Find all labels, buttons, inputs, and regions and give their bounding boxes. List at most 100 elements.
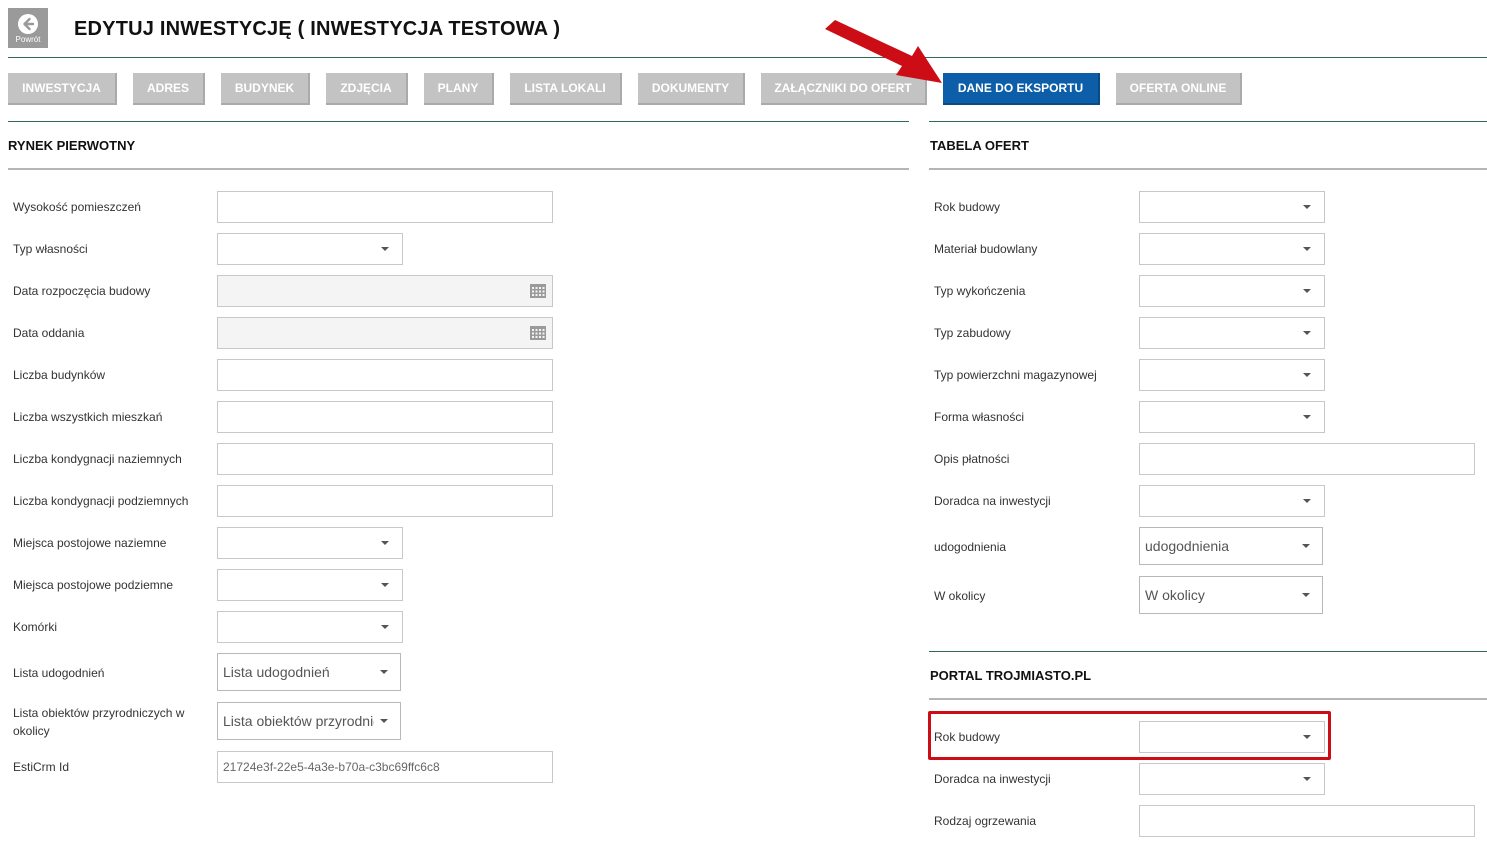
caret-down-icon xyxy=(1302,593,1310,597)
highlight-box xyxy=(928,711,1331,760)
field-label: Liczba kondygnacji naziemnych xyxy=(13,452,182,466)
caret-down-icon xyxy=(381,625,389,629)
lista-udogodnien-multiselect[interactable]: Lista udogodnień xyxy=(217,653,401,691)
tab-inwestycja[interactable]: INWESTYCJA xyxy=(8,73,117,105)
tab-oferta-online[interactable]: OFERTA ONLINE xyxy=(1116,73,1242,105)
field-label: Data oddania xyxy=(13,326,85,340)
caret-down-icon xyxy=(1303,247,1311,251)
caret-down-icon xyxy=(1303,289,1311,293)
caret-down-icon xyxy=(380,719,388,723)
typ-zabudowy-select[interactable] xyxy=(1139,317,1325,349)
multiselect-placeholder: udogodnienia xyxy=(1145,538,1230,554)
caret-down-icon xyxy=(1303,373,1311,377)
tab-plany[interactable]: PLANY xyxy=(424,73,494,105)
multiselect-placeholder: Lista udogodnień xyxy=(223,664,330,680)
liczba-budynkow-input[interactable] xyxy=(217,359,553,391)
field-label: okolicy xyxy=(13,724,50,738)
field-label: Data rozpoczęcia budowy xyxy=(13,284,151,298)
caret-down-icon xyxy=(1303,205,1311,209)
field-label: Wysokość pomieszczeń xyxy=(13,200,141,214)
field-label: Rodzaj ogrzewania xyxy=(934,814,1037,828)
back-label: Powrót xyxy=(15,35,41,44)
tab-budynek[interactable]: BUDYNEK xyxy=(221,73,310,105)
field-label: Miejsca postojowe podziemne xyxy=(13,578,174,592)
field-label: Lista obiektów przyrodniczych w xyxy=(13,706,185,720)
section-rule xyxy=(8,168,909,170)
typ-wykonczenia-select[interactable] xyxy=(1139,275,1325,307)
field-label: EstiCrm Id xyxy=(13,760,70,774)
liczba-mieszkan-input[interactable] xyxy=(217,401,553,433)
caret-down-icon xyxy=(381,541,389,545)
field-label: Liczba kondygnacji podziemnych xyxy=(13,494,189,508)
back-button[interactable]: Powrót xyxy=(8,8,48,48)
tab-dokumenty[interactable]: DOKUMENTY xyxy=(638,73,745,105)
field-label: Forma własności xyxy=(934,410,1025,424)
material-budowlany-select[interactable] xyxy=(1139,233,1325,265)
field-label: Typ powierzchni magazynowej xyxy=(934,368,1097,382)
miejsca-naziemne-select[interactable] xyxy=(217,527,403,559)
section-title-portal-trojmiasto: PORTAL TROJMIASTO.PL xyxy=(930,668,1092,683)
miejsca-podziemne-select[interactable] xyxy=(217,569,403,601)
komorki-select[interactable] xyxy=(217,611,403,643)
tab-zdjecia[interactable]: ZDJĘCIA xyxy=(326,73,408,105)
field-label: Lista udogodnień xyxy=(13,666,105,680)
typ-powierzchni-magazynowej-select[interactable] xyxy=(1139,359,1325,391)
field-label: Komórki xyxy=(13,620,58,634)
caret-down-icon xyxy=(1303,331,1311,335)
field-label: Typ własności xyxy=(13,242,88,256)
field-label: Doradca na inwestycji xyxy=(934,494,1051,508)
annotation-arrow-icon xyxy=(825,20,942,83)
w-okolicy-multiselect[interactable]: W okolicy xyxy=(1139,576,1323,614)
field-label: Liczba wszystkich mieszkań xyxy=(13,410,163,424)
multiselect-placeholder: W okolicy xyxy=(1145,587,1205,603)
section-rule xyxy=(929,168,1487,170)
rok-budowy-select[interactable] xyxy=(1139,191,1325,223)
tab-dane-do-eksportu[interactable]: DANE DO EKSPORTU xyxy=(943,73,1100,105)
typ-wlasnosci-select[interactable] xyxy=(217,233,403,265)
field-label: udogodnienia xyxy=(934,540,1007,554)
caret-down-icon xyxy=(1303,777,1311,781)
field-label: Typ wykończenia xyxy=(934,284,1026,298)
section-rule xyxy=(929,698,1487,700)
tab-adres[interactable]: ADRES xyxy=(133,73,205,105)
caret-down-icon xyxy=(1303,415,1311,419)
esticrm-id-input[interactable]: 21724e3f-22e5-4a3e-b70a-c3bc69ffc6c8 xyxy=(217,751,553,783)
section-title-tabela-ofert: TABELA OFERT xyxy=(930,138,1029,153)
doradca-select[interactable] xyxy=(1139,485,1325,517)
wysokosc-pomieszczen-input[interactable] xyxy=(217,191,553,223)
data-rozpoczecia-budowy-input[interactable] xyxy=(217,275,553,307)
field-label: W okolicy xyxy=(934,589,986,603)
page-title: EDYTUJ INWESTYCJĘ ( INWESTYCJA TESTOWA ) xyxy=(74,18,561,40)
right-divider xyxy=(929,121,1487,122)
section-divider xyxy=(929,651,1487,652)
multiselect-placeholder: Lista obiektów przyrodnic xyxy=(223,713,374,729)
data-oddania-input[interactable] xyxy=(217,317,553,349)
forma-wlasnosci-select[interactable] xyxy=(1139,401,1325,433)
tab-lista-lokali[interactable]: LISTA LOKALI xyxy=(510,73,622,105)
calendar-icon xyxy=(530,284,546,298)
section-title-rynek-pierwotny: RYNEK PIERWOTNY xyxy=(8,138,136,153)
caret-down-icon xyxy=(380,670,388,674)
left-divider xyxy=(8,121,909,122)
arrow-left-icon xyxy=(18,14,38,34)
field-label: Miejsca postojowe naziemne xyxy=(13,536,167,550)
lista-obiektow-przyrodniczych-multiselect[interactable]: Lista obiektów przyrodnic xyxy=(217,702,401,740)
rodzaj-ogrzewania-input[interactable] xyxy=(1139,805,1475,837)
field-label: Materiał budowlany xyxy=(934,242,1038,256)
kondygnacje-podziemne-input[interactable] xyxy=(217,485,553,517)
caret-down-icon xyxy=(1302,544,1310,548)
opis-platnosci-input[interactable] xyxy=(1139,443,1475,475)
caret-down-icon xyxy=(1303,499,1311,503)
field-label: Rok budowy xyxy=(934,200,1001,214)
calendar-icon xyxy=(530,326,546,340)
caret-down-icon xyxy=(381,583,389,587)
field-label: Opis płatności xyxy=(934,452,1010,466)
caret-down-icon xyxy=(381,247,389,251)
esticrm-id-value: 21724e3f-22e5-4a3e-b70a-c3bc69ffc6c8 xyxy=(223,760,440,774)
field-label: Liczba budynków xyxy=(13,368,106,382)
udogodnienia-multiselect[interactable]: udogodnienia xyxy=(1139,527,1323,565)
header-divider xyxy=(8,57,1487,58)
field-label: Typ zabudowy xyxy=(934,326,1011,340)
kondygnacje-naziemne-input[interactable] xyxy=(217,443,553,475)
portal-doradca-select[interactable] xyxy=(1139,763,1325,795)
